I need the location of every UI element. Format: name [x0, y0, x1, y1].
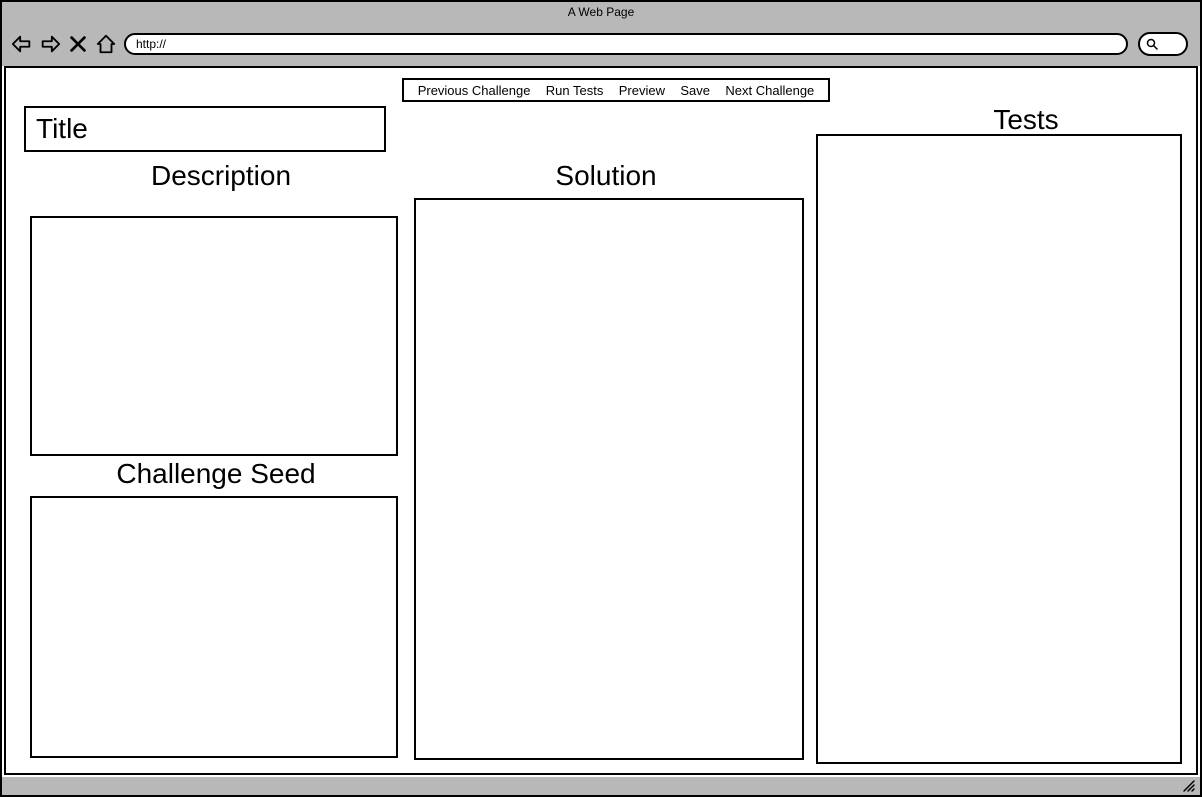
- url-input[interactable]: http://: [124, 33, 1128, 55]
- window-title: A Web Page: [2, 2, 1200, 22]
- title-input[interactable]: Title: [24, 106, 386, 152]
- tests-panel[interactable]: [816, 134, 1182, 764]
- run-tests-button[interactable]: Run Tests: [546, 83, 604, 98]
- stop-icon[interactable]: [66, 32, 90, 56]
- resize-grip-icon[interactable]: [1182, 779, 1196, 793]
- solution-panel[interactable]: [414, 198, 804, 760]
- page-content: Previous Challenge Run Tests Preview Sav…: [4, 66, 1198, 775]
- save-button[interactable]: Save: [680, 83, 710, 98]
- preview-button[interactable]: Preview: [619, 83, 665, 98]
- solution-label: Solution: [496, 160, 716, 192]
- tests-label: Tests: [946, 104, 1106, 136]
- home-icon[interactable]: [94, 32, 118, 56]
- description-panel[interactable]: [30, 216, 398, 456]
- forward-icon[interactable]: [38, 32, 62, 56]
- description-label: Description: [96, 160, 346, 192]
- action-menu: Previous Challenge Run Tests Preview Sav…: [402, 78, 830, 102]
- challenge-seed-label: Challenge Seed: [66, 458, 366, 490]
- status-bar: [2, 777, 1200, 795]
- browser-toolbar: http://: [2, 22, 1200, 66]
- challenge-seed-panel[interactable]: [30, 496, 398, 758]
- search-icon: [1146, 38, 1158, 50]
- browser-window: A Web Page http://: [0, 0, 1202, 797]
- search-button[interactable]: [1138, 32, 1188, 56]
- previous-challenge-button[interactable]: Previous Challenge: [418, 83, 531, 98]
- back-icon[interactable]: [10, 32, 34, 56]
- title-placeholder: Title: [36, 113, 88, 145]
- next-challenge-button[interactable]: Next Challenge: [725, 83, 814, 98]
- url-text: http://: [136, 35, 166, 53]
